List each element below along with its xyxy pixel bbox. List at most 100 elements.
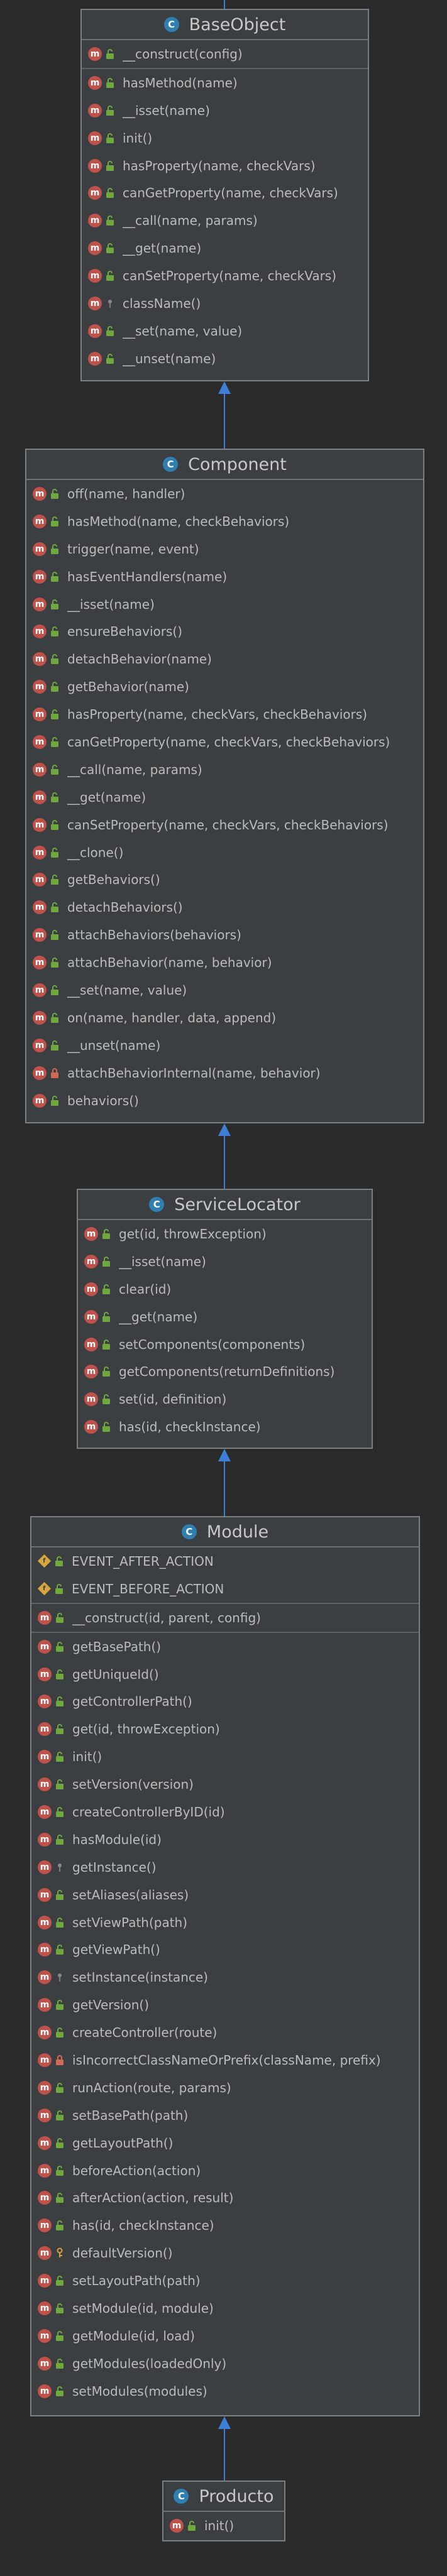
method-row[interactable]: m get(id, throwException) xyxy=(78,1220,372,1248)
method-row[interactable]: m beforeAction(action) xyxy=(31,2157,419,2185)
method-row[interactable]: m canGetProperty(name, checkVars) xyxy=(82,179,368,207)
method-row[interactable]: m __get(name) xyxy=(82,234,368,262)
method-row[interactable]: m hasMethod(name) xyxy=(82,67,368,97)
method-row[interactable]: m attachBehaviors(behaviors) xyxy=(26,921,423,949)
method-row[interactable]: m set(id, definition) xyxy=(78,1385,372,1413)
method-row[interactable]: m setComponents(components) xyxy=(78,1331,372,1358)
method-row[interactable]: m getViewPath() xyxy=(31,1936,419,1963)
method-row[interactable]: m clear(id) xyxy=(78,1275,372,1303)
method-row[interactable]: m init() xyxy=(163,2512,284,2540)
method-m-icon: m xyxy=(33,1066,47,1080)
method-m-icon: m xyxy=(88,214,102,228)
method-row[interactable]: m hasMethod(name, checkBehaviors) xyxy=(26,508,423,535)
method-row[interactable]: m getInstance() xyxy=(31,1853,419,1881)
method-row[interactable]: m getUniqueId() xyxy=(31,1661,419,1688)
method-label: getViewPath() xyxy=(72,1942,160,1958)
public-visibility-icon xyxy=(105,159,115,173)
method-row[interactable]: m get(id, throwException) xyxy=(31,1715,419,1743)
class-c-icon: C xyxy=(174,2489,189,2504)
method-row[interactable]: m className() xyxy=(82,290,368,317)
method-row[interactable]: m hasEventHandlers(name) xyxy=(26,563,423,591)
public-visibility-icon xyxy=(55,1667,65,1681)
method-row[interactable]: m detachBehaviors() xyxy=(26,893,423,921)
class-baseobject[interactable]: C BaseObject m __construct(config) m hasMet… xyxy=(80,9,369,381)
method-row[interactable]: m __isset(name) xyxy=(26,591,423,618)
method-row[interactable]: m __construct(id, parent, config) xyxy=(31,1602,419,1632)
method-row[interactable]: m __get(name) xyxy=(78,1303,372,1331)
method-m-icon: m xyxy=(33,514,47,528)
method-row[interactable]: m __unset(name) xyxy=(26,1032,423,1059)
method-row[interactable]: m attachBehavior(name, behavior) xyxy=(26,949,423,976)
method-row[interactable]: m setInstance(instance) xyxy=(31,1963,419,1991)
method-row[interactable]: m has(id, checkInstance) xyxy=(78,1413,372,1441)
method-row[interactable]: m __get(name) xyxy=(26,783,423,811)
method-row[interactable]: m setBasePath(path) xyxy=(31,2102,419,2129)
class-servicelocator[interactable]: C ServiceLocator m get(id, throwException… xyxy=(77,1189,373,1449)
method-m-icon: m xyxy=(38,1667,52,1681)
method-row[interactable]: m setLayoutPath(path) xyxy=(31,2267,419,2295)
method-row[interactable]: m behaviors() xyxy=(26,1087,423,1115)
class-module[interactable]: C Module f EVENT_AFTER_ACTION f EVENT_BEFOR… xyxy=(30,1516,420,2416)
method-row[interactable]: m getBasePath() xyxy=(31,1631,419,1661)
method-label: __construct(config) xyxy=(123,46,243,62)
method-row[interactable]: m setViewPath(path) xyxy=(31,1909,419,1936)
method-row[interactable]: m getLayoutPath() xyxy=(31,2129,419,2157)
method-row[interactable]: m trigger(name, event) xyxy=(26,535,423,563)
method-row[interactable]: m setAliases(aliases) xyxy=(31,1881,419,1909)
field-row[interactable]: f EVENT_AFTER_ACTION xyxy=(31,1547,419,1575)
method-row[interactable]: m __isset(name) xyxy=(78,1248,372,1275)
method-row[interactable]: m canSetProperty(name, checkVars) xyxy=(82,262,368,290)
public-visibility-icon xyxy=(50,1011,60,1025)
method-row[interactable]: m setModules(modules) xyxy=(31,2377,419,2405)
method-row[interactable]: m createControllerByID(id) xyxy=(31,1798,419,1826)
method-row[interactable]: m defaultVersion() xyxy=(31,2239,419,2267)
public-visibility-icon xyxy=(50,652,60,666)
method-row[interactable]: m getVersion() xyxy=(31,1991,419,2019)
method-row[interactable]: m hasModule(id) xyxy=(31,1826,419,1853)
class-c-icon: C xyxy=(163,17,179,32)
method-row[interactable]: m __call(name, params) xyxy=(82,207,368,234)
method-row[interactable]: m __call(name, params) xyxy=(26,756,423,783)
method-row[interactable]: m getControllerPath() xyxy=(31,1688,419,1715)
method-row[interactable]: m init() xyxy=(31,1743,419,1771)
method-row[interactable]: m off(name, handler) xyxy=(26,480,423,508)
method-row[interactable]: m afterAction(action, result) xyxy=(31,2184,419,2212)
method-row[interactable]: m createController(route) xyxy=(31,2019,419,2046)
class-producto[interactable]: C Producto m init() xyxy=(162,2480,285,2541)
method-row[interactable]: m canGetProperty(name, checkVars, checkBe… xyxy=(26,728,423,756)
method-row[interactable]: m detachBehavior(name) xyxy=(26,645,423,673)
method-row[interactable]: m __set(name, value) xyxy=(82,317,368,345)
method-row[interactable]: m getModules(loadedOnly) xyxy=(31,2350,419,2377)
method-m-icon: m xyxy=(88,103,102,117)
method-row[interactable]: m isIncorrectClassNameOrPrefix(className,… xyxy=(31,2046,419,2074)
field-row[interactable]: f EVENT_BEFORE_ACTION xyxy=(31,1575,419,1603)
method-row[interactable]: m canSetProperty(name, checkVars, checkBe… xyxy=(26,811,423,839)
method-row[interactable]: m hasProperty(name, checkVars, checkBehav… xyxy=(26,701,423,728)
method-row[interactable]: m __set(name, value) xyxy=(26,976,423,1004)
class-c-icon: C xyxy=(181,1524,197,1539)
public-visibility-icon xyxy=(55,2191,65,2205)
method-row[interactable]: m setVersion(version) xyxy=(31,1771,419,1798)
method-row[interactable]: m __unset(name) xyxy=(82,345,368,373)
method-row[interactable]: m setModule(id, module) xyxy=(31,2295,419,2322)
method-row[interactable]: m getModule(id, load) xyxy=(31,2322,419,2350)
method-row[interactable]: m ensureBehaviors() xyxy=(26,618,423,645)
method-row[interactable]: m has(id, checkInstance) xyxy=(31,2212,419,2239)
member-list: m init() xyxy=(163,2512,284,2540)
method-m-icon: m xyxy=(38,1860,52,1874)
method-row[interactable]: m attachBehaviorInternal(name, behavior) xyxy=(26,1059,423,1087)
class-component[interactable]: C Component m off(name, handler) m hasMetho… xyxy=(25,449,424,1123)
method-row[interactable]: m getBehaviors() xyxy=(26,866,423,893)
method-label: detachBehavior(name) xyxy=(67,652,212,667)
method-row[interactable]: m __construct(config) xyxy=(82,40,368,68)
method-row[interactable]: m getBehavior(name) xyxy=(26,673,423,701)
method-row[interactable]: m __clone() xyxy=(26,839,423,866)
class-header: C Component xyxy=(26,450,423,480)
method-row[interactable]: m getComponents(returnDefinitions) xyxy=(78,1358,372,1385)
method-row[interactable]: m __isset(name) xyxy=(82,97,368,124)
method-row[interactable]: m on(name, handler, data, append) xyxy=(26,1004,423,1032)
method-row[interactable]: m runAction(route, params) xyxy=(31,2074,419,2102)
method-label: __set(name, value) xyxy=(67,982,187,998)
method-row[interactable]: m hasProperty(name, checkVars) xyxy=(82,152,368,180)
method-row[interactable]: m init() xyxy=(82,124,368,152)
